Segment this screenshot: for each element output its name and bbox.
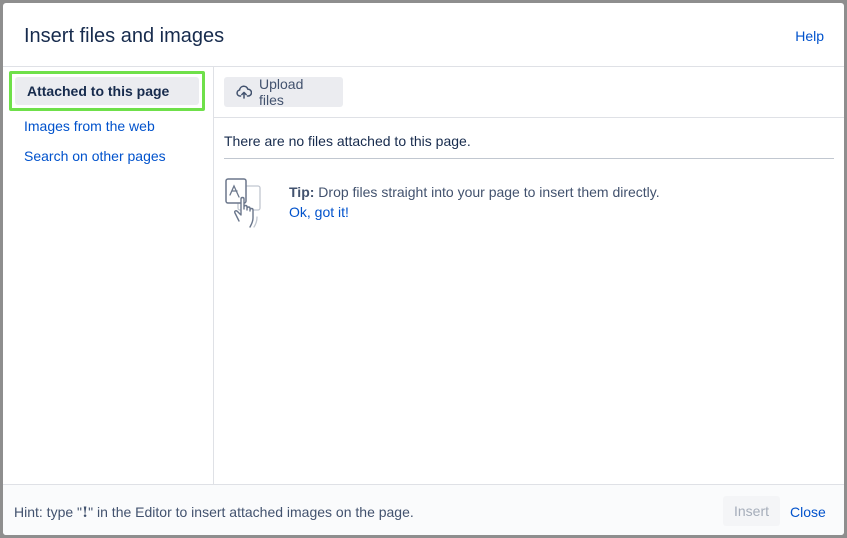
editor-hint: Hint: type "!" in the Editor to insert a…: [14, 503, 414, 522]
sidebar-item-attached[interactable]: Attached to this page: [9, 71, 205, 111]
sidebar-item-label: Attached to this page: [15, 77, 199, 105]
tip-label: Tip:: [289, 184, 315, 200]
tip-body: Drop files straight into your page to in…: [314, 184, 660, 200]
drag-file-hand-icon: [224, 177, 276, 231]
tip-dismiss-link[interactable]: Ok, got it!: [289, 203, 349, 221]
hint-suffix: " in the Editor to insert attached image…: [88, 504, 414, 520]
cloud-upload-icon: [236, 85, 252, 99]
main-panel: Upload files There are no files attached…: [214, 67, 844, 484]
divider: [224, 158, 834, 159]
toolbar: Upload files: [214, 67, 844, 118]
tip-message: Tip: Drop files straight into your page …: [289, 183, 660, 201]
upload-files-label: Upload files: [259, 76, 304, 108]
insert-button[interactable]: Insert: [723, 496, 780, 526]
dialog-header: Insert files and images Help: [3, 3, 844, 67]
upload-files-button[interactable]: Upload files: [224, 76, 343, 108]
sidebar-item-web-images[interactable]: Images from the web: [24, 117, 155, 135]
sidebar-item-search-pages[interactable]: Search on other pages: [24, 147, 166, 165]
dialog-footer: Hint: type "!" in the Editor to insert a…: [3, 484, 844, 535]
sidebar: Attached to this page Images from the we…: [3, 67, 214, 484]
close-button[interactable]: Close: [790, 503, 826, 521]
help-link[interactable]: Help: [795, 27, 824, 45]
empty-files-message: There are no files attached to this page…: [224, 133, 471, 149]
dialog-title: Insert files and images: [24, 25, 225, 47]
insert-files-dialog: Insert files and images Help Attached to…: [3, 3, 844, 535]
hint-prefix: Hint: type ": [14, 504, 82, 520]
